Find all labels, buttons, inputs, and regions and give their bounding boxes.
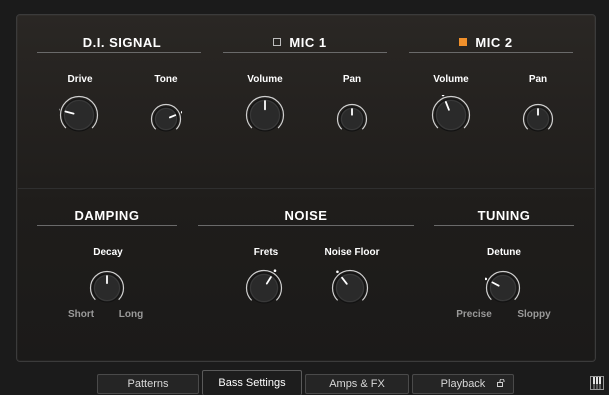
tab-patterns-label: Patterns [128,378,169,390]
di-signal-title: D.I. SIGNAL [45,35,199,50]
bass-settings-panel: D.I. SIGNAL MIC 1 MIC 2 Drive Tone Volum… [16,14,596,362]
noise-floor-label: Noise Floor [312,247,392,258]
damping-title: DAMPING [37,208,177,223]
damping-rule [37,225,177,226]
di-signal-rule [37,52,201,53]
detune-max-label: Sloppy [504,309,564,320]
noise-rule [198,225,414,226]
knob-body [154,107,178,131]
mic2-rule [409,52,573,53]
mic1-volume-label: Volume [225,74,305,85]
mic1-volume-knob[interactable] [245,95,285,135]
knob-body [335,273,365,303]
knob-value-dot [274,269,277,272]
mic2-title[interactable]: MIC 2 [409,35,563,50]
drive-knob[interactable] [59,95,99,135]
lock-icon [497,379,505,387]
tone-knob[interactable] [150,103,182,135]
mic1-title-label: MIC 1 [289,35,326,50]
tuning-rule [434,225,574,226]
frets-knob[interactable] [245,269,283,307]
knob-body [489,274,517,302]
detune-label: Detune [464,247,544,258]
knob-value-dot [442,95,445,96]
mic1-pan-label: Pan [312,74,392,85]
mic2-toggle-icon[interactable] [459,38,467,46]
mic2-volume-knob[interactable] [431,95,471,135]
detune-knob[interactable] [485,270,521,306]
tab-bass-settings-label: Bass Settings [218,377,285,389]
detune-min-label: Precise [444,309,504,320]
decay-label: Decay [68,247,148,258]
mic1-title[interactable]: MIC 1 [223,35,377,50]
mic1-pan-knob[interactable] [336,103,368,135]
tab-bar: Patterns Bass Settings Amps & FX Playbac… [0,366,609,394]
decay-knob[interactable] [89,270,125,306]
mic1-rule [223,52,387,53]
tone-label: Tone [126,74,206,85]
knob-value-dot [485,278,487,281]
mic2-pan-knob[interactable] [522,103,554,135]
tab-playback-label: Playback [441,378,486,390]
noise-title: NOISE [198,208,414,223]
mic2-volume-label: Volume [411,74,491,85]
decay-max-label: Long [101,309,161,320]
section-divider [18,188,594,189]
noise-floor-knob[interactable] [331,269,369,307]
knob-value-dot [336,271,339,274]
frets-label: Frets [226,247,306,258]
mic2-title-label: MIC 2 [475,35,512,50]
tab-playback[interactable]: Playback [412,374,514,394]
drive-label: Drive [40,74,120,85]
knob-body [63,99,95,131]
tuning-title: TUNING [434,208,574,223]
mic2-pan-label: Pan [498,74,578,85]
tab-patterns[interactable]: Patterns [97,374,199,394]
knob-body [249,273,279,303]
mic1-toggle-icon[interactable] [273,38,281,46]
knob-value-dot [181,111,182,114]
knob-body [435,99,467,131]
tab-amps-fx-label: Amps & FX [329,378,385,390]
keyboard-icon[interactable] [590,376,604,390]
tab-bass-settings[interactable]: Bass Settings [202,370,302,395]
tab-amps-fx[interactable]: Amps & FX [305,374,409,394]
